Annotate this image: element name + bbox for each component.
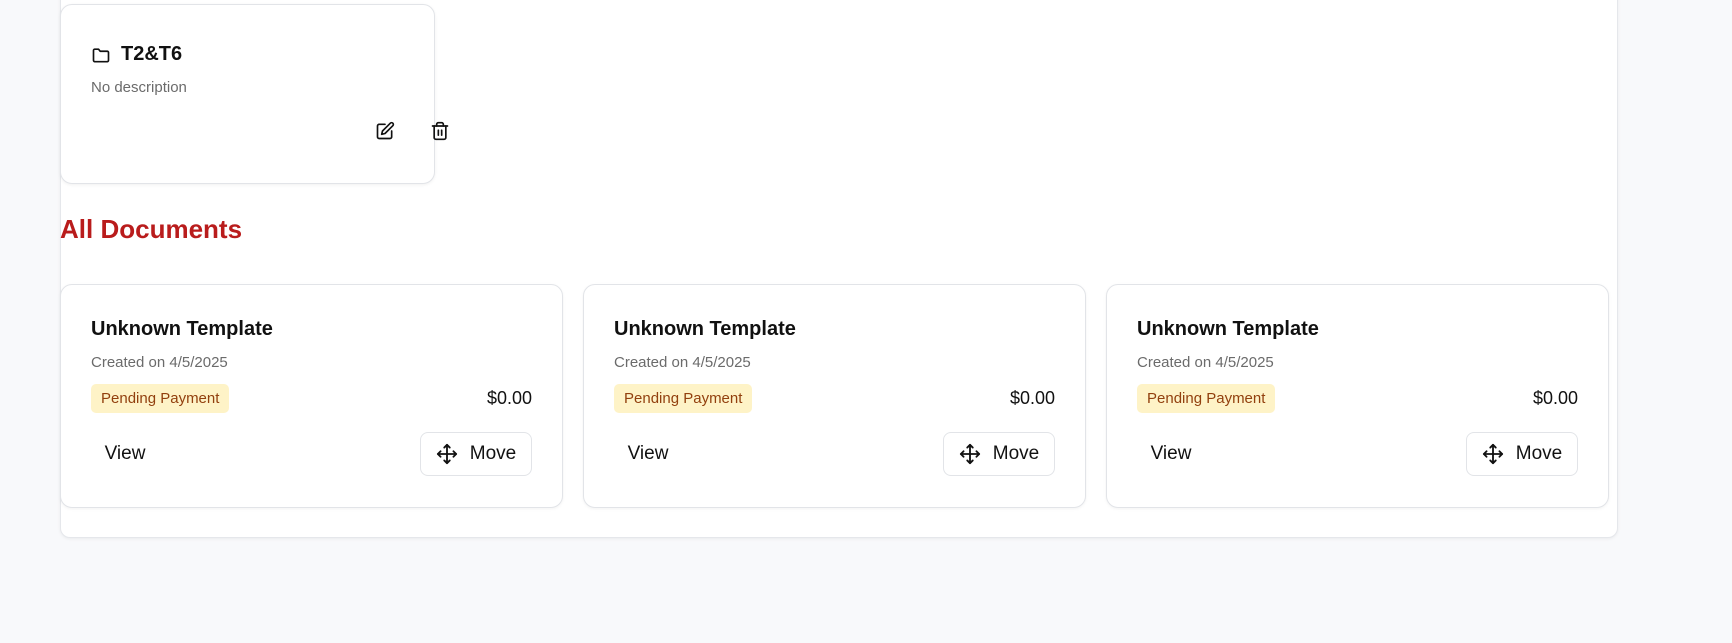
move-button-label: Move xyxy=(992,443,1040,464)
edit-folder-button[interactable] xyxy=(368,116,402,150)
folder-name: T2&T6 xyxy=(121,43,183,65)
view-button[interactable]: View xyxy=(91,432,159,476)
section-title: All Documents xyxy=(60,214,243,244)
document-title: Unknown Template xyxy=(1137,318,1319,340)
delete-folder-button[interactable] xyxy=(423,116,457,150)
view-button[interactable]: View xyxy=(614,432,682,476)
folder-card[interactable]: T2&T6 No description xyxy=(60,4,449,184)
document-date: Created on 4/5/2025 xyxy=(1137,354,1274,371)
folder-description: No description xyxy=(91,79,187,96)
trash-icon xyxy=(430,121,450,146)
document-price: $0.00 xyxy=(1009,388,1055,408)
document-card[interactable]: Unknown Template Created on 4/5/2025 Pen… xyxy=(1106,284,1609,508)
move-button-label: Move xyxy=(469,443,517,464)
document-date: Created on 4/5/2025 xyxy=(91,354,228,371)
document-card[interactable]: Unknown Template Created on 4/5/2025 Pen… xyxy=(583,284,1086,508)
folder-title-row: T2&T6 xyxy=(91,43,182,66)
move-button-label: Move xyxy=(1515,443,1563,464)
move-button[interactable]: Move xyxy=(943,432,1055,476)
document-date: Created on 4/5/2025 xyxy=(614,354,751,371)
status-badge: Pending Payment xyxy=(614,384,753,413)
status-badge: Pending Payment xyxy=(1137,384,1276,413)
move-button[interactable]: Move xyxy=(420,432,532,476)
move-icon xyxy=(436,443,458,465)
view-button[interactable]: View xyxy=(1137,432,1205,476)
document-price: $0.00 xyxy=(1532,388,1578,408)
move-icon xyxy=(959,443,981,465)
document-title: Unknown Template xyxy=(614,318,796,340)
folder-icon xyxy=(91,45,111,65)
document-price: $0.00 xyxy=(486,388,532,408)
status-badge: Pending Payment xyxy=(91,384,230,413)
document-title: Unknown Template xyxy=(91,318,273,340)
move-button[interactable]: Move xyxy=(1466,432,1578,476)
move-icon xyxy=(1482,443,1504,465)
edit-icon xyxy=(375,121,395,146)
document-card[interactable]: Unknown Template Created on 4/5/2025 Pen… xyxy=(60,284,563,508)
